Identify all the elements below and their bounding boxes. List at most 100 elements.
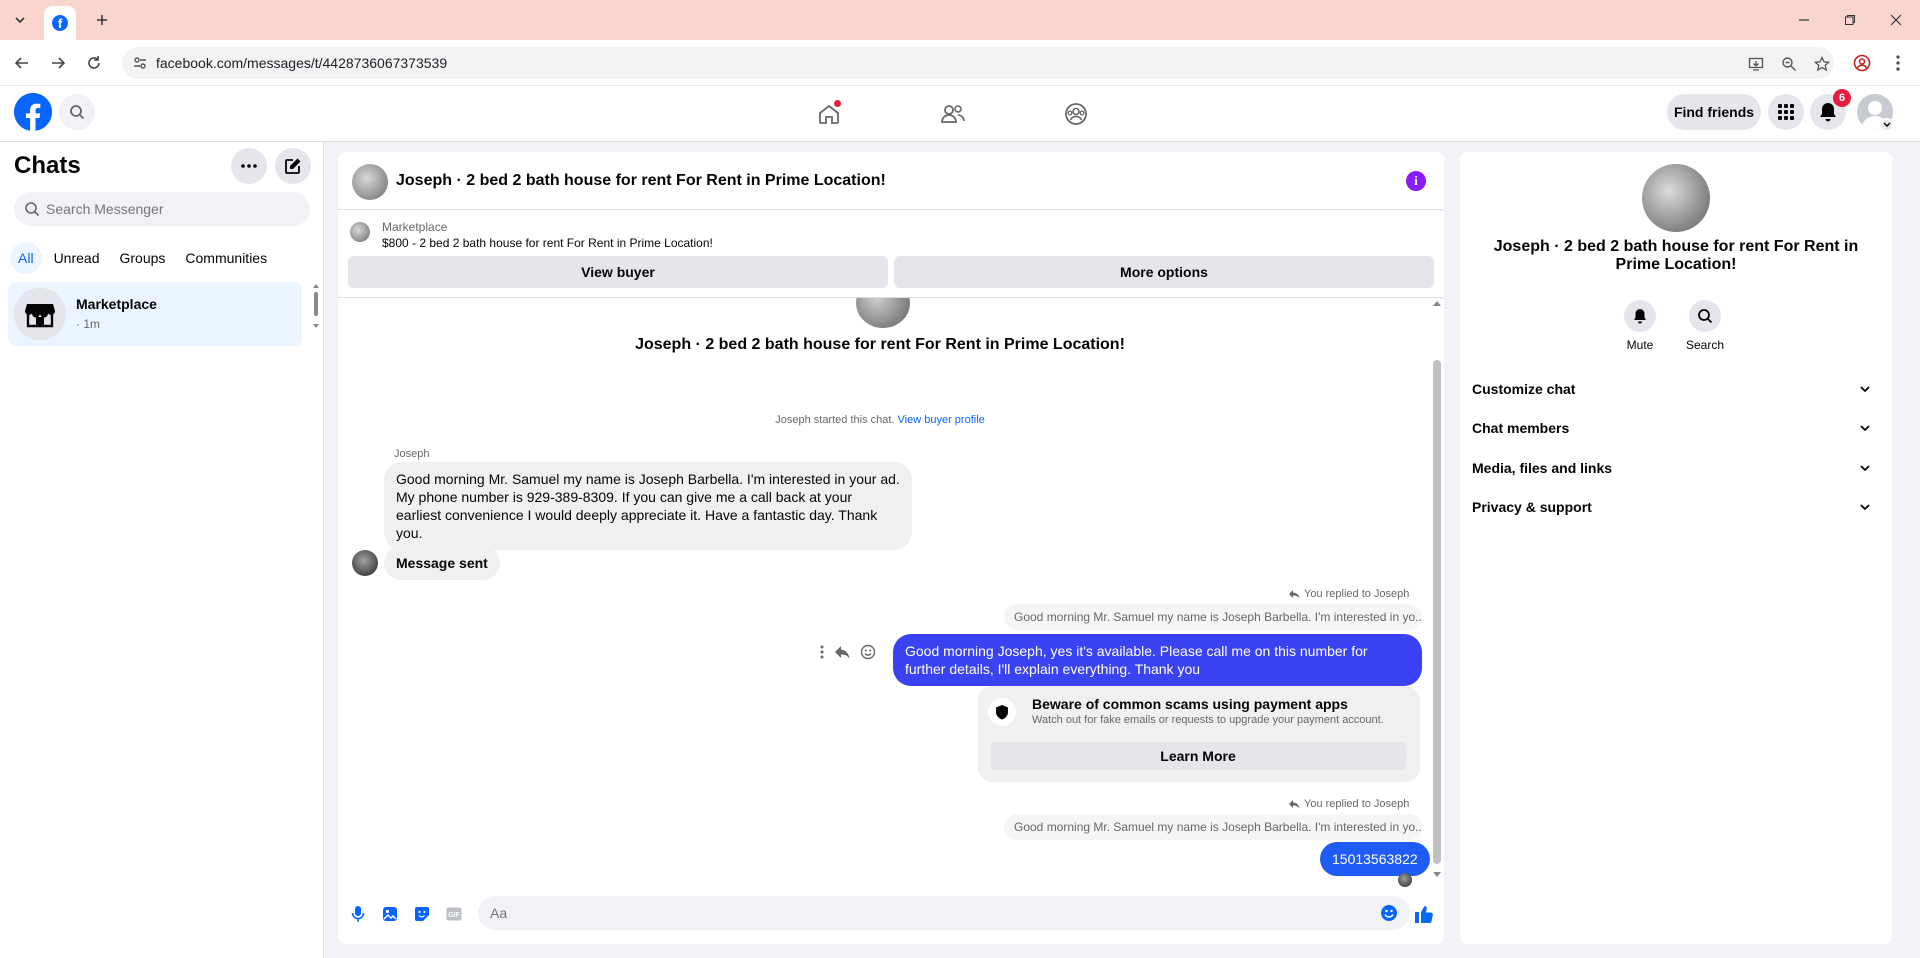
sidebar-scrollbar[interactable] <box>312 282 320 332</box>
more-options-button[interactable]: More options <box>894 256 1434 288</box>
facebook-logo-icon[interactable] <box>14 93 52 131</box>
back-arrow-icon[interactable] <box>10 51 34 75</box>
conversation-info-icon[interactable]: i <box>1406 171 1426 191</box>
tab-groups[interactable]: Groups <box>111 242 173 274</box>
messenger-search-field[interactable] <box>14 192 310 226</box>
conversation-panel: Joseph · 2 bed 2 bath house for rent For… <box>338 152 1444 944</box>
svg-text:GIF: GIF <box>448 912 460 919</box>
incoming-message-bubble[interactable]: Good morning Mr. Samuel my name is Josep… <box>384 462 912 550</box>
react-emoji-icon[interactable] <box>860 644 876 660</box>
learn-more-button[interactable]: Learn More <box>990 742 1406 770</box>
quoted-message-2[interactable]: Good morning Mr. Samuel my name is Josep… <box>1004 814 1422 840</box>
message-actions <box>820 644 876 660</box>
info-avatar[interactable] <box>1642 164 1710 232</box>
sticker-icon[interactable] <box>412 904 432 924</box>
view-buyer-profile-link[interactable]: View buyer profile <box>898 414 985 426</box>
outgoing-message-bubble-2[interactable]: 15013563822 <box>1320 842 1430 876</box>
listing-description[interactable]: $800 - 2 bed 2 bath house for rent For R… <box>382 236 713 250</box>
browser-tab-bar: f <box>0 0 1920 40</box>
search-action[interactable]: Search <box>1685 300 1725 352</box>
read-receipt-avatar <box>1398 873 1412 887</box>
chats-title: Chats <box>14 152 81 179</box>
friends-icon[interactable] <box>935 98 971 130</box>
warning-subtitle: Watch out for fake emails or requests to… <box>1032 714 1384 726</box>
shield-icon <box>988 698 1016 726</box>
close-window-icon[interactable] <box>1882 8 1910 32</box>
chats-sidebar: Chats All Unread Groups Communities Mark… <box>0 142 324 958</box>
gif-icon[interactable]: GIF <box>444 904 464 924</box>
tab-communities[interactable]: Communities <box>177 242 275 274</box>
notifications-badge: 6 <box>1833 89 1851 107</box>
reply-icon[interactable] <box>834 645 850 659</box>
browser-menu-icon[interactable] <box>1886 51 1910 75</box>
messenger-search-input[interactable] <box>46 192 296 226</box>
account-chevron-down-icon[interactable] <box>1880 118 1894 132</box>
section-label: Customize chat <box>1472 381 1576 397</box>
scam-warning-card-inner: Beware of common scams using payment app… <box>978 686 1420 782</box>
chat-list-item-marketplace[interactable]: Marketplace · 1m <box>8 282 302 346</box>
thread-name: Joseph · 2 bed 2 bath house for rent For… <box>635 336 1125 353</box>
mute-action[interactable]: Mute <box>1620 300 1660 352</box>
forward-arrow-icon[interactable] <box>46 51 70 75</box>
chats-options-more-icon[interactable] <box>231 148 267 184</box>
media-files-links-section[interactable]: Media, files and links <box>1472 449 1880 487</box>
facebook-search-icon[interactable] <box>59 94 95 130</box>
reply-label: You replied to Joseph <box>1288 588 1409 600</box>
minimize-icon[interactable] <box>1790 8 1818 32</box>
install-app-icon[interactable] <box>1746 54 1766 74</box>
groups-icon[interactable] <box>1058 98 1094 130</box>
zoom-icon[interactable] <box>1779 54 1799 74</box>
info-name: Joseph · 2 bed 2 bath house for rent For… <box>1493 238 1859 273</box>
sender-avatar <box>352 550 378 576</box>
attach-photo-icon[interactable] <box>380 904 400 924</box>
bookmark-star-icon[interactable] <box>1812 54 1832 74</box>
menu-grid-icon[interactable] <box>1768 94 1804 130</box>
message-input-field[interactable] <box>478 896 1410 930</box>
outgoing-message-bubble[interactable]: Good morning Joseph, yes it's available.… <box>893 634 1422 686</box>
reply-label-2: You replied to Joseph <box>1288 798 1409 810</box>
section-label: Media, files and links <box>1472 460 1613 476</box>
like-thumbs-up-icon[interactable] <box>1414 904 1434 924</box>
search-conversation-icon[interactable] <box>1689 300 1721 332</box>
facebook-favicon-icon: f <box>52 15 68 31</box>
message-composer: GIF <box>338 890 1444 940</box>
reply-arrow-icon <box>1289 590 1300 599</box>
customize-chat-section[interactable]: Customize chat <box>1472 370 1880 408</box>
incoming-message-bubble-2[interactable]: Message sent <box>384 546 500 580</box>
tab-all[interactable]: All <box>10 242 42 274</box>
emoji-icon[interactable] <box>1380 904 1398 922</box>
reload-icon[interactable] <box>82 51 106 75</box>
conversation-avatar[interactable] <box>352 164 388 200</box>
chat-started-notice: Joseph started this chat. View buyer pro… <box>338 414 1422 426</box>
chat-time: · 1m <box>76 317 100 331</box>
restore-icon[interactable] <box>1836 8 1864 32</box>
view-buyer-button[interactable]: View buyer <box>348 256 888 288</box>
chevron-down-icon <box>1860 386 1870 392</box>
url-text[interactable]: facebook.com/messages/t/4428736067373539 <box>156 55 447 71</box>
privacy-support-section[interactable]: Privacy & support <box>1472 488 1880 526</box>
tab-list-chevron-icon[interactable] <box>8 8 32 32</box>
chat-members-section[interactable]: Chat members <box>1472 409 1880 447</box>
quoted-message[interactable]: Good morning Mr. Samuel my name is Josep… <box>1004 604 1422 630</box>
url-omnibox[interactable]: facebook.com/messages/t/4428736067373539 <box>122 47 1834 79</box>
new-message-compose-icon[interactable] <box>275 148 311 184</box>
browser-tab-facebook[interactable]: f <box>44 6 76 40</box>
find-friends-button[interactable]: Find friends <box>1667 94 1761 130</box>
new-tab-plus-icon[interactable] <box>90 8 114 32</box>
site-settings-icon[interactable] <box>132 55 148 71</box>
search-label: Search <box>1685 338 1725 352</box>
chevron-down-icon <box>1860 465 1870 471</box>
marketplace-listing-bar: Marketplace $800 - 2 bed 2 bath house fo… <box>338 210 1444 298</box>
microphone-icon[interactable] <box>348 904 368 924</box>
tab-unread[interactable]: Unread <box>46 242 108 274</box>
message-input[interactable] <box>490 896 1370 930</box>
home-icon[interactable] <box>811 98 847 130</box>
more-vertical-icon[interactable] <box>820 645 824 659</box>
bell-icon[interactable] <box>1624 300 1656 332</box>
profile-icon[interactable] <box>1850 51 1874 75</box>
chat-started-text: Joseph started this chat. <box>775 414 895 426</box>
section-label: Privacy & support <box>1472 499 1592 515</box>
thread-scrollbar[interactable] <box>1432 298 1442 882</box>
facebook-header: Find friends 6 <box>0 86 1920 142</box>
conversation-title[interactable]: Joseph · 2 bed 2 bath house for rent For… <box>396 172 886 190</box>
